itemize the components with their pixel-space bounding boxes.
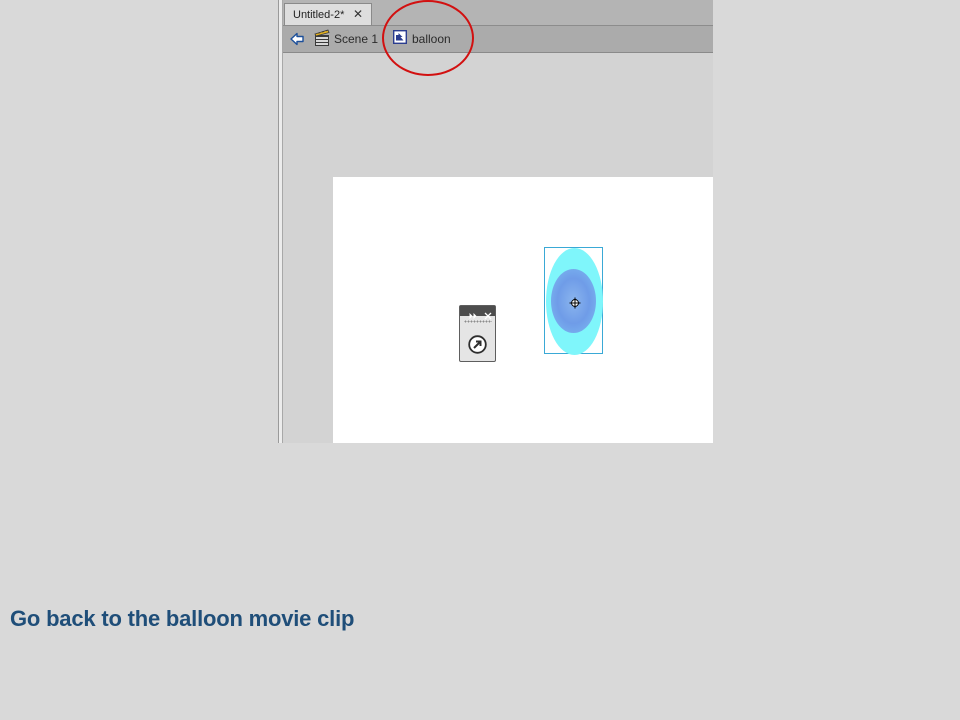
expand-icon[interactable]	[469, 307, 478, 319]
scene-breadcrumb-label[interactable]: Scene 1	[334, 32, 378, 46]
back-arrow-icon[interactable]	[289, 31, 305, 47]
slide-page: Untitled-2* ✕ Scene 1 balloon Go back to…	[0, 0, 960, 720]
document-tab[interactable]: Untitled-2* ✕	[284, 3, 372, 25]
edit-bar: Scene 1 balloon	[283, 26, 713, 53]
close-icon[interactable]	[484, 307, 492, 320]
movieclip-breadcrumb-label[interactable]: balloon	[412, 32, 451, 46]
clapperboard-icon[interactable]	[314, 29, 330, 47]
movie-clip-icon[interactable]	[393, 30, 407, 44]
balloon-movie-clip[interactable]	[544, 247, 603, 355]
symbol-arrow-icon[interactable]	[468, 335, 487, 354]
panel-header	[460, 306, 495, 320]
collapsed-symbol-panel[interactable]	[459, 305, 496, 362]
document-tab-bar: Untitled-2* ✕	[283, 0, 713, 26]
close-icon[interactable]: ✕	[353, 7, 363, 21]
registration-point-icon	[569, 296, 581, 309]
pasteboard	[283, 53, 713, 443]
flash-document-window: Untitled-2* ✕ Scene 1 balloon	[278, 0, 713, 443]
document-tab-label: Untitled-2*	[293, 8, 345, 21]
instruction-caption: Go back to the balloon movie clip	[10, 606, 355, 631]
panel-grip[interactable]	[464, 320, 492, 323]
stage[interactable]	[333, 177, 713, 443]
